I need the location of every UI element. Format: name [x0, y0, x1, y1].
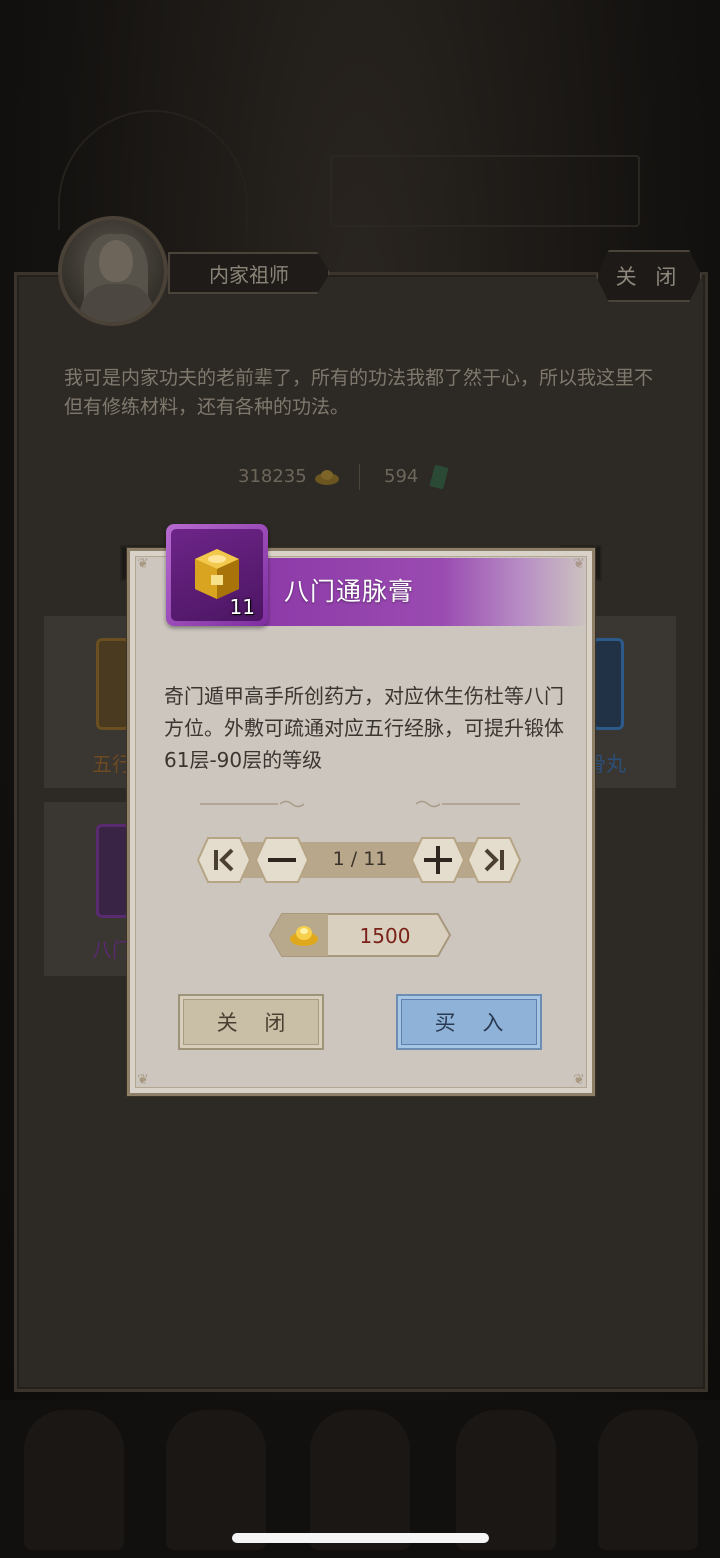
currency-row: 318235 594: [0, 460, 720, 494]
nav-item-3[interactable]: [310, 1410, 410, 1550]
jade-amount: 594: [384, 466, 419, 487]
item-label-1: 五行: [92, 752, 132, 776]
item-icon-1: [96, 638, 130, 730]
shop-close-button[interactable]: 关 闭: [596, 250, 702, 302]
qty-plus-button[interactable]: [410, 836, 466, 884]
divider-right: [415, 800, 520, 808]
corner-ornament-icon: ❦: [137, 556, 149, 572]
corner-ornament-icon: ❦: [573, 1072, 585, 1088]
nav-item-1[interactable]: [24, 1410, 124, 1550]
home-indicator[interactable]: [232, 1533, 489, 1543]
cancel-button[interactable]: 关 闭: [178, 994, 324, 1050]
npc-name-plate: 内家祖师: [168, 252, 330, 294]
qty-first-button[interactable]: [196, 836, 252, 884]
gold-amount: 318235: [238, 466, 307, 487]
item-icon-2: [592, 638, 624, 730]
background-title-frame: [330, 155, 640, 227]
npc-avatar: [58, 216, 168, 326]
quantity-value: 1 / 11: [332, 848, 388, 870]
gold-ingot-icon: [315, 470, 339, 485]
npc-speech-text: 我可是内家功夫的老前辈了，所有的功法我都了然于心，所以我这里不但有修练材料，还有…: [64, 367, 654, 418]
jade-icon: [429, 465, 449, 489]
item-label-3: 八门: [92, 938, 132, 962]
currency-divider: [359, 464, 360, 490]
buy-button[interactable]: 买 入: [396, 994, 542, 1050]
item-name: 八门通脉膏: [284, 577, 415, 606]
qty-last-button[interactable]: [466, 836, 522, 884]
corner-ornament-icon: ❦: [137, 1072, 149, 1088]
nav-item-5[interactable]: [598, 1410, 698, 1550]
nav-item-2[interactable]: [166, 1410, 266, 1550]
item-description: 奇门遁甲高手所创药方，对应休生伤杜等八门方位。外敷可疏通对应五行经脉，可提升锻体…: [164, 684, 564, 772]
item-icon-frame: 11: [166, 524, 268, 626]
quantity-stepper: 1 / 11: [196, 836, 524, 884]
item-count: 11: [229, 595, 255, 619]
price-value: 1500: [359, 924, 411, 948]
nav-item-4[interactable]: [456, 1410, 556, 1550]
divider-left: [200, 800, 305, 808]
gold-ingot-icon: [290, 926, 318, 946]
item-icon-3: [96, 824, 130, 918]
